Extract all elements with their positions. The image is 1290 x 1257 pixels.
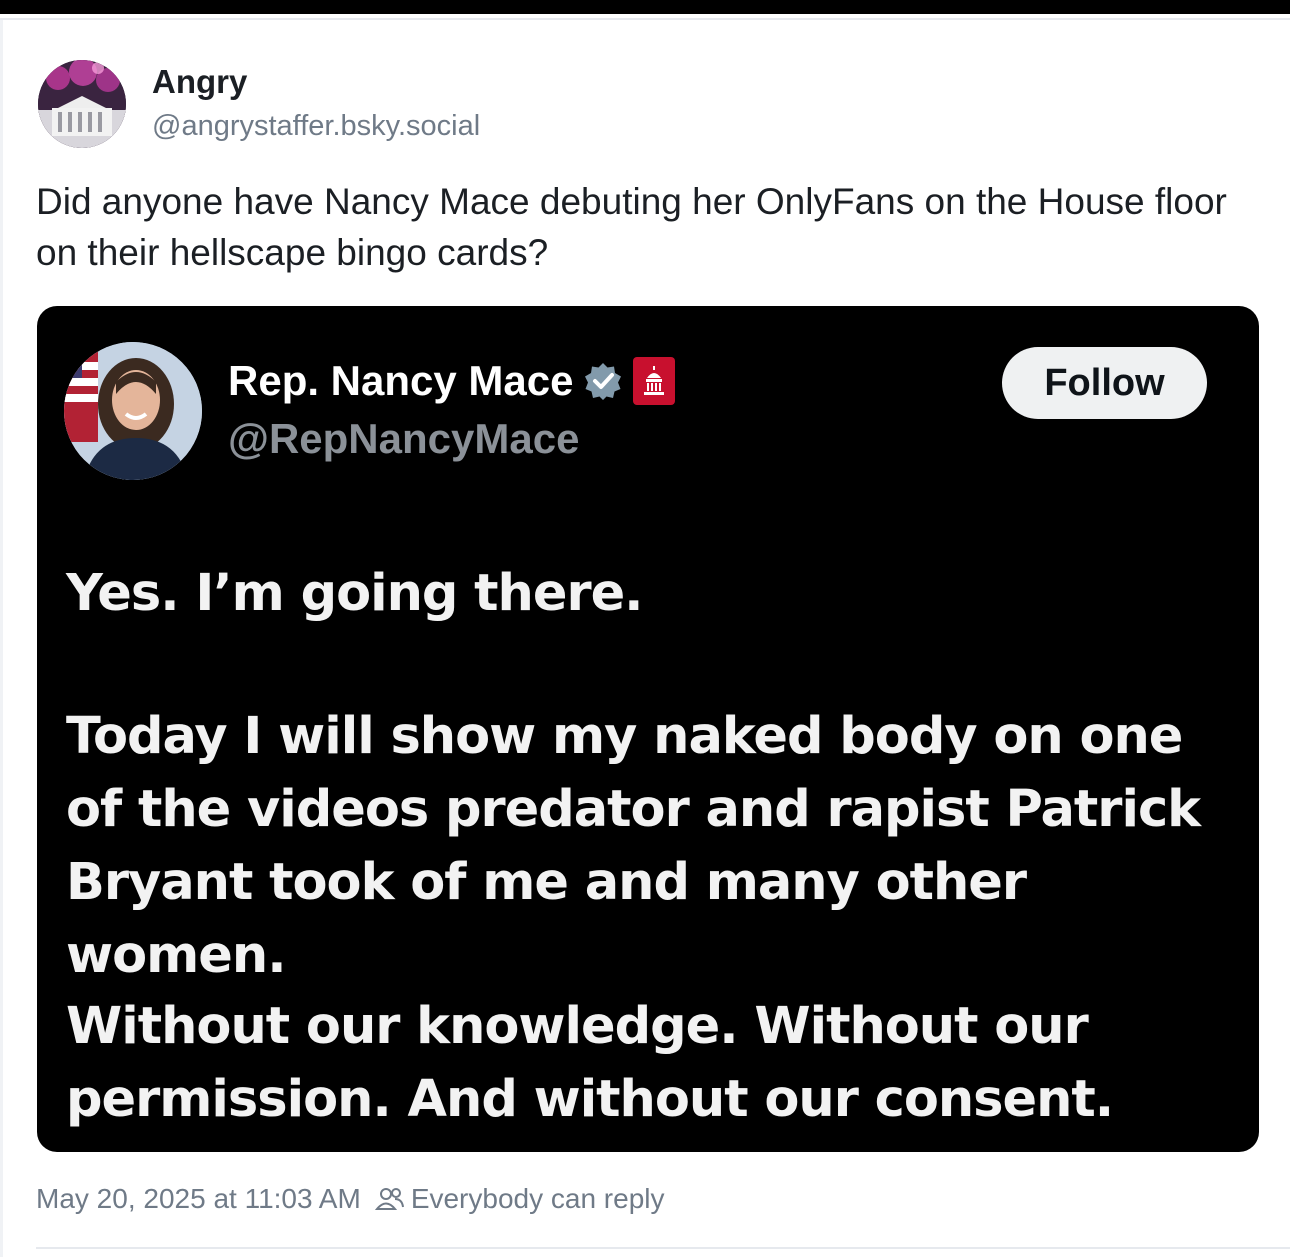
quoted-name-text: Rep. Nancy Mace (228, 357, 574, 404)
quoted-author-handle: @RepNancyMace (228, 415, 580, 462)
quoted-author-name: Rep. Nancy Mace (228, 357, 676, 405)
reply-setting: Everybody can reply (374, 1183, 665, 1215)
author-name[interactable]: Angry (152, 63, 247, 101)
government-label-icon (633, 357, 676, 405)
post-meta: May 20, 2025 at 11:03 AM Everybody can r… (36, 1183, 665, 1215)
follow-button: Follow (1002, 347, 1207, 419)
post-text: Did anyone have Nancy Mace debuting her … (36, 181, 1227, 273)
post-timestamp[interactable]: May 20, 2025 at 11:03 AM (36, 1183, 361, 1215)
quoted-paragraph-2: Today I will show my naked body on one o… (66, 707, 1201, 985)
top-bar (0, 0, 1290, 14)
author-avatar[interactable] (38, 60, 126, 148)
profile-photo-avatar-icon (64, 342, 202, 480)
reply-setting-label: Everybody can reply (410, 1183, 665, 1214)
quoted-paragraph-1: Yes. I’m going there. (66, 564, 644, 623)
author-handle[interactable]: @angrystaffer.bsky.social (152, 110, 480, 143)
divider-bottom (36, 1247, 1290, 1249)
people-icon (374, 1184, 405, 1214)
verified-badge-icon (583, 361, 623, 401)
white-house-avatar-icon (38, 60, 126, 148)
quoted-avatar (64, 342, 202, 480)
quoted-paragraph-3: Without our knowledge. Without our permi… (66, 997, 1114, 1129)
